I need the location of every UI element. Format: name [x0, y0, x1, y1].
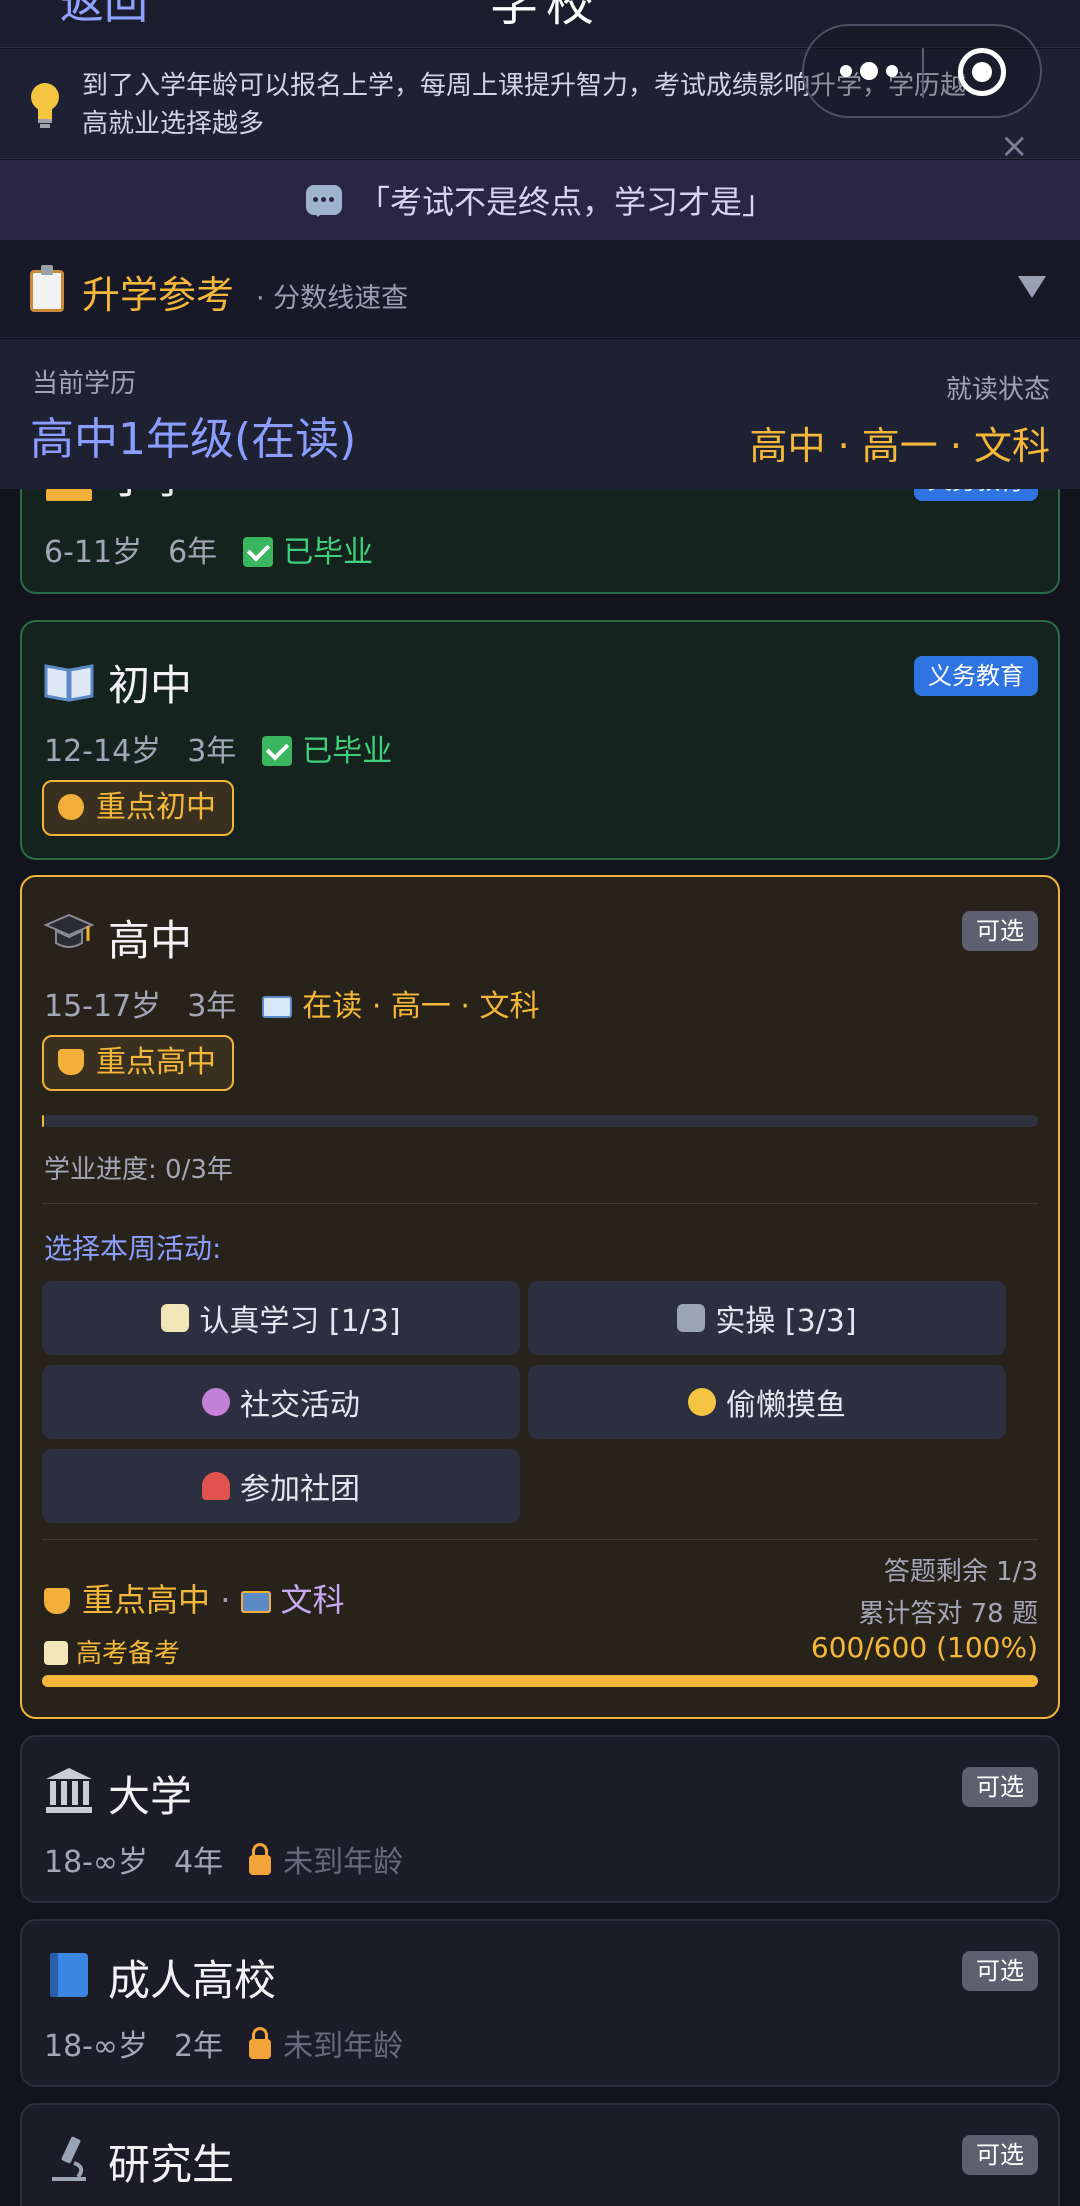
miniprogram-capsule	[802, 24, 1042, 118]
close-tip-button[interactable]: ×	[1000, 129, 1029, 163]
microscope-icon	[677, 1304, 706, 1332]
stage-badge: 可选	[962, 1767, 1038, 1807]
quote-banner: 「考试不是终点，学习才是」	[0, 160, 1080, 240]
stage-card-high[interactable]: 高中 可选 15-17岁 3年 在读 · 高一 · 文科 重点高中 学业进度: 0/…	[20, 875, 1060, 1719]
blue-book-icon	[50, 1953, 88, 1997]
theater-masks-icon	[202, 1388, 230, 1416]
close-miniprogram-icon[interactable]	[958, 48, 1006, 96]
study-progress-bar	[42, 1115, 1038, 1127]
books-icon	[240, 1591, 271, 1613]
key-school-tag: 重点高中	[42, 1035, 234, 1091]
activity-social-button[interactable]: 社交活动	[42, 1365, 520, 1439]
reference-subtitle: · 分数线速查	[256, 283, 409, 314]
books-icon	[46, 489, 92, 501]
current-education-panel: 当前学历 高中1年级(在读) 就读状态 高中 · 高一 · 文科	[0, 339, 1080, 489]
stage-card-primary[interactable]: 小学 义务教育 6-11岁6年已毕业	[20, 489, 1060, 594]
exam-prep-value: 600/600 (100%)	[810, 1631, 1038, 1664]
lightbulb-icon	[31, 83, 59, 128]
capsule-divider	[922, 48, 924, 98]
speech-bubble-icon	[305, 185, 342, 217]
stage-name: 初中	[108, 661, 193, 710]
admission-reference-header[interactable]: 升学参考 · 分数线速查	[0, 240, 1080, 338]
stage-card-graduate[interactable]: 研究生 可选	[20, 2103, 1060, 2206]
stage-card-adult-college[interactable]: 成人高校 可选 18-∞岁 2年 未到年龄	[20, 1919, 1060, 2087]
enrollment-status-value: 高中 · 高一 · 文科	[749, 424, 1050, 468]
stage-name: 成人高校	[108, 1956, 277, 2005]
key-school-tag: 重点初中	[42, 780, 234, 836]
activity-study-button[interactable]: 认真学习 [1/3]	[42, 1281, 520, 1355]
stage-meta: 18-∞岁 4年 未到年龄	[44, 1843, 404, 1880]
stage-name: 大学	[108, 1772, 193, 1821]
stage-meta: 12-14岁 3年 已毕业	[44, 734, 393, 769]
activity-slack-button[interactable]: 偷懒摸鱼	[528, 1365, 1006, 1439]
stage-name: 研究生	[108, 2140, 235, 2189]
activities-title: 选择本周活动:	[44, 1232, 222, 1265]
memo-icon	[161, 1304, 190, 1332]
page-title: 学校	[490, 0, 603, 32]
stage-meta: 15-17岁 3年 在读 · 高一 · 文科	[44, 989, 540, 1024]
circus-tent-icon	[202, 1472, 230, 1500]
more-menu-icon[interactable]	[840, 62, 906, 81]
lock-icon	[249, 2027, 272, 2059]
stage-card-university[interactable]: 大学 可选 18-∞岁 4年 未到年龄	[20, 1735, 1060, 1903]
reference-title: 升学参考	[82, 273, 235, 317]
current-education-value: 高中1年级(在读)	[30, 414, 357, 465]
back-button[interactable]: 返回	[60, 0, 148, 26]
activity-club-button[interactable]: 参加社团	[42, 1449, 520, 1523]
study-progress-label: 学业进度: 0/3年	[44, 1155, 233, 1185]
clipboard-icon	[30, 265, 64, 312]
sleepy-face-icon	[688, 1388, 716, 1416]
exam-progress-bar	[42, 1675, 1038, 1687]
study-progress-fill	[42, 1115, 44, 1127]
check-icon	[243, 537, 274, 567]
open-book-icon	[44, 664, 94, 702]
stage-card-middle[interactable]: 初中 义务教育 12-14岁 3年 已毕业 重点初中	[20, 620, 1060, 860]
quiz-remaining: 答题剩余 1/3	[883, 1557, 1038, 1587]
graduation-cap-icon	[44, 913, 94, 948]
stage-badge: 可选	[962, 911, 1038, 951]
stage-meta: 18-∞岁 2年 未到年龄	[44, 2027, 404, 2064]
medal-icon	[58, 794, 84, 820]
stage-badge: 义务教育	[914, 489, 1038, 501]
stage-meta: 6-11岁 6年 已毕业	[44, 535, 374, 570]
expand-caret-icon[interactable]	[1018, 276, 1046, 298]
book-icon	[262, 996, 293, 1018]
exam-progress-fill	[42, 1675, 1038, 1687]
stage-badge: 可选	[962, 2135, 1038, 2175]
quiz-total-correct: 累计答对 78 题	[858, 1599, 1038, 1629]
stage-name: 高中	[108, 916, 193, 965]
classical-building-icon	[46, 1768, 92, 1813]
memo-icon	[44, 1641, 68, 1665]
quote-text: 「考试不是终点，学习才是」	[357, 183, 774, 221]
quiz-stats: 答题剩余 1/3 累计答对 78 题	[858, 1551, 1038, 1635]
trophy-icon	[44, 1588, 70, 1614]
check-icon	[262, 736, 293, 766]
stage-badge: 可选	[962, 1951, 1038, 1991]
school-subject-summary: 重点高中 · 文科	[44, 1575, 345, 1621]
lock-icon	[249, 1843, 272, 1875]
stage-name: 小学	[108, 489, 192, 506]
divider	[42, 1539, 1038, 1540]
activity-practice-button[interactable]: 实操 [3/3]	[528, 1281, 1006, 1355]
microscope-icon	[52, 2136, 86, 2181]
enrollment-status-label: 就读状态	[945, 375, 1050, 405]
divider	[42, 1203, 1038, 1204]
exam-prep-label: 高考备考	[44, 1633, 180, 1670]
stage-badge: 义务教育	[914, 656, 1038, 696]
current-education-label: 当前学历	[32, 369, 137, 399]
trophy-icon	[58, 1049, 84, 1075]
stage-list[interactable]: 小学 义务教育 6-11岁6年已毕业 初中 义务教育 12-14岁3年已毕业 重…	[0, 489, 1080, 2206]
